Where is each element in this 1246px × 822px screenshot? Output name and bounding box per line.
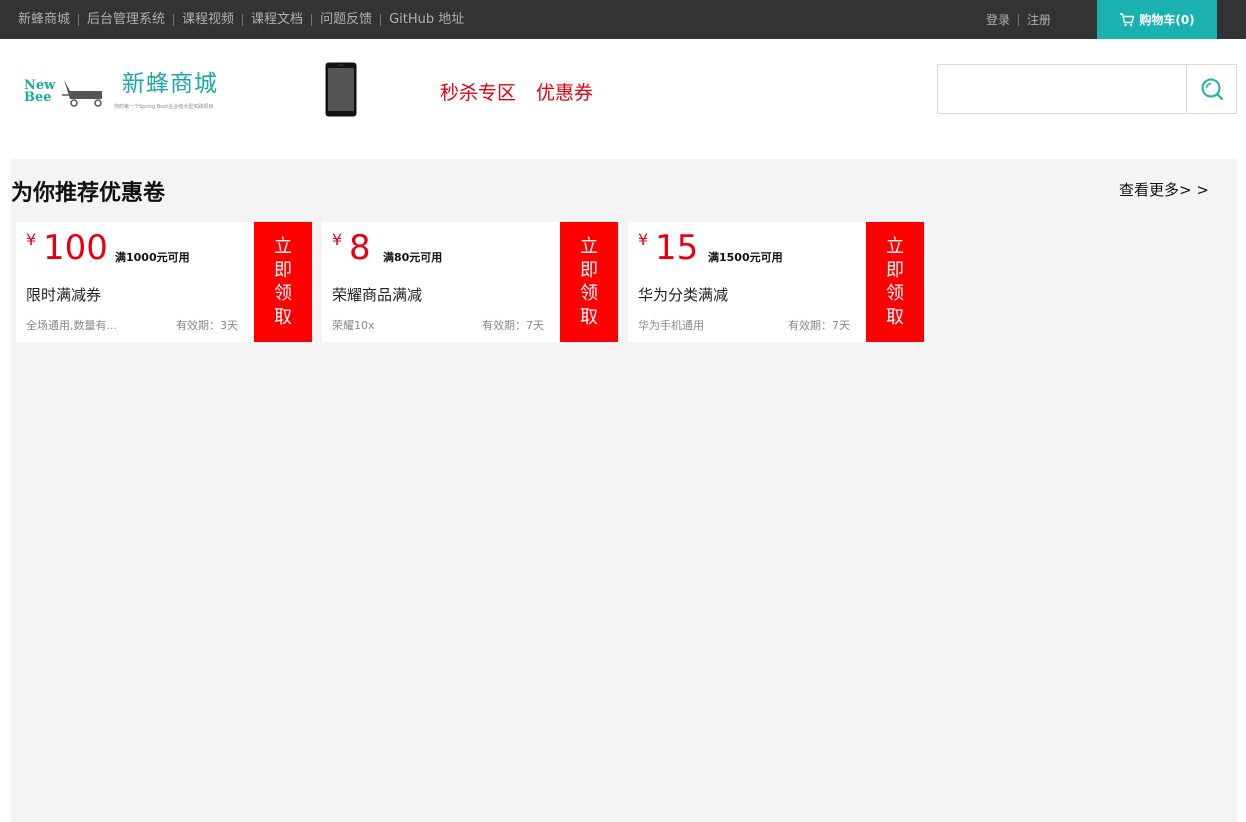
currency-symbol: ¥ [26, 230, 37, 249]
currency-symbol: ¥ [332, 230, 343, 249]
coupon-condition: 满1500元可用 [708, 251, 783, 264]
coupon-name: 荣耀商品满减 [332, 286, 423, 304]
claim-char: 取 [580, 306, 598, 328]
brand-title[interactable]: 新蜂商城 [122, 64, 218, 98]
claim-char: 取 [886, 306, 904, 328]
claim-char: 取 [274, 306, 292, 328]
cart-button[interactable]: 购物车(0) [1097, 0, 1217, 39]
seckill-link[interactable]: 秒杀专区 [440, 78, 516, 105]
topnav-feedback-link[interactable]: 问题反馈 [320, 0, 372, 39]
divider [78, 13, 80, 26]
coupon-description: 荣耀10x [332, 319, 375, 332]
claim-button[interactable]: 立 即 领 取 [254, 222, 312, 342]
search-button[interactable] [1187, 64, 1237, 114]
svg-text:Bee: Bee [24, 90, 52, 105]
coupon-name: 华为分类满减 [638, 286, 729, 304]
topnav-admin-link[interactable]: 后台管理系统 [87, 0, 165, 39]
user-links: 登录 注册 [986, 0, 1051, 39]
divider [173, 13, 175, 26]
claim-char: 领 [580, 283, 598, 304]
view-more-link[interactable]: 查看更多> > [1119, 179, 1209, 200]
coupon-amount: 8 [349, 228, 371, 268]
topnav-videos-link[interactable]: 课程视频 [182, 0, 234, 39]
claim-button[interactable]: 立 即 领 取 [866, 222, 924, 342]
top-bar: 新蜂商城 后台管理系统 课程视频 课程文档 问题反馈 GitHub 地址 登录 … [0, 0, 1246, 39]
coupon-description: 全场通用,数量有... [26, 319, 117, 332]
brand-subtitle: 你的第一个Spring Boot企业级大型实践项目 [114, 104, 214, 110]
topnav-home-link[interactable]: 新蜂商城 [18, 0, 70, 39]
coupon-description: 华为手机通用 [638, 319, 704, 332]
coupon-validity: 有效期：7天 [788, 319, 850, 332]
claim-char: 即 [886, 259, 904, 281]
coupon-name: 限时满减券 [26, 286, 102, 304]
newbee-logo[interactable]: New Bee [22, 76, 106, 110]
coupon-amount: 15 [655, 228, 699, 268]
claim-char: 即 [274, 259, 292, 281]
coupon-card: ¥ 8 满80元可用 荣耀商品满减 荣耀10x 有效期：7天 立 即 领 取 [322, 222, 618, 342]
register-link[interactable]: 注册 [1027, 11, 1051, 28]
coupon-validity: 有效期：7天 [482, 319, 544, 332]
divider [242, 13, 244, 26]
claim-char: 立 [274, 236, 292, 257]
claim-char: 立 [886, 236, 904, 257]
top-nav: 新蜂商城 后台管理系统 课程视频 课程文档 问题反馈 GitHub 地址 [18, 0, 464, 39]
currency-symbol: ¥ [638, 230, 649, 249]
coupon-validity: 有效期：3天 [176, 319, 238, 332]
search-input[interactable] [937, 64, 1187, 114]
claim-button[interactable]: 立 即 领 取 [560, 222, 618, 342]
main-nav: 秒杀专区 优惠券 [440, 78, 593, 105]
cart-icon [1120, 12, 1135, 26]
phone-icon[interactable] [325, 62, 357, 117]
coupon-link[interactable]: 优惠券 [536, 78, 593, 105]
coupon-section: 为你推荐优惠卷 查看更多> > ¥ 100 满1000元可用 限时满减券 全场通… [11, 159, 1237, 822]
topnav-docs-link[interactable]: 课程文档 [251, 0, 303, 39]
divider [380, 13, 382, 26]
section-title: 为你推荐优惠卷 [11, 181, 166, 206]
topnav-github-link[interactable]: GitHub 地址 [389, 0, 464, 39]
claim-char: 领 [274, 283, 292, 304]
coupon-card: ¥ 100 满1000元可用 限时满减券 全场通用,数量有... 有效期：3天 … [16, 222, 312, 342]
coupon-condition: 满1000元可用 [115, 251, 190, 264]
login-link[interactable]: 登录 [986, 11, 1010, 28]
search-icon [1201, 78, 1223, 101]
divider [1018, 13, 1020, 26]
claim-char: 立 [580, 236, 598, 257]
claim-char: 领 [886, 283, 904, 304]
divider [311, 13, 313, 26]
coupon-amount: 100 [43, 228, 108, 268]
coupon-card: ¥ 15 满1500元可用 华为分类满减 华为手机通用 有效期：7天 立 即 领… [628, 222, 924, 342]
claim-char: 即 [580, 259, 598, 281]
coupon-condition: 满80元可用 [383, 251, 443, 264]
cart-label: 购物车(0) [1139, 13, 1195, 27]
